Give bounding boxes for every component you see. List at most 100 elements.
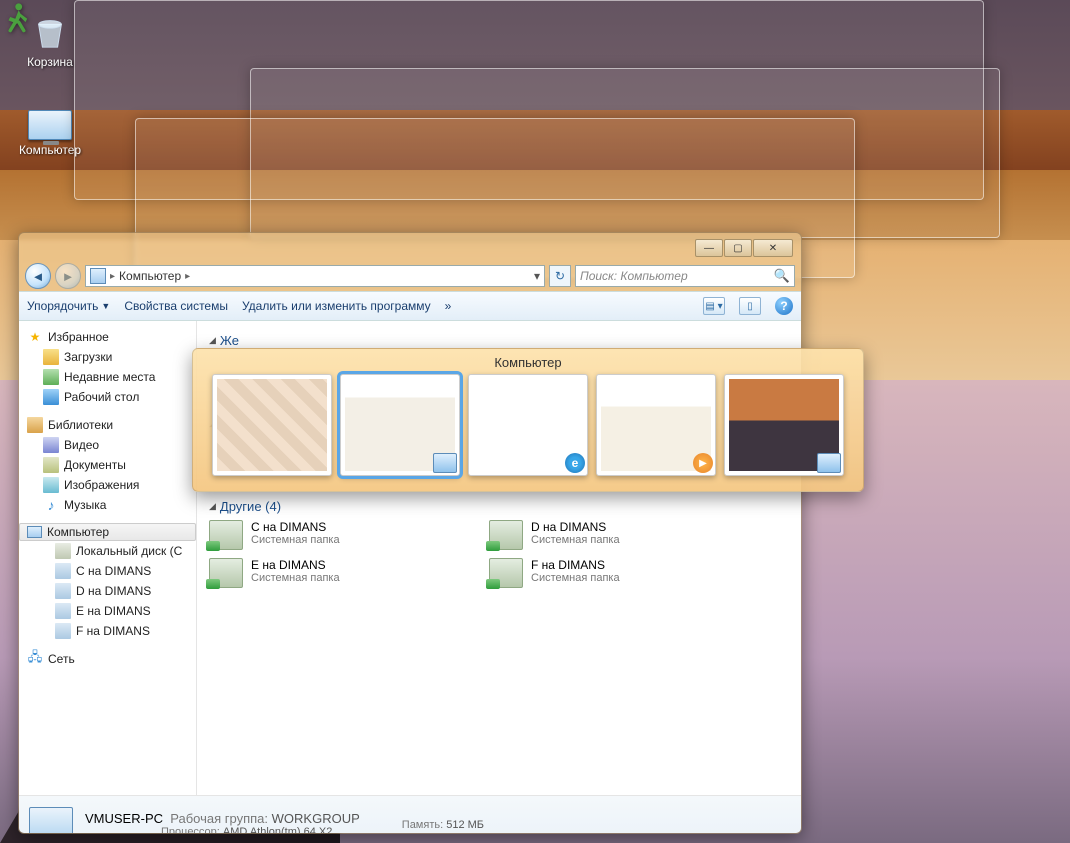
network-icon: 🖧 — [27, 651, 43, 667]
nav-pane: ★Избранное Загрузки Недавние места Рабоч… — [19, 321, 197, 795]
nav-c-dimans[interactable]: C на DIMANS — [19, 561, 196, 581]
drive-item[interactable]: D на DIMANSСистемная папка — [489, 520, 739, 550]
images-icon — [43, 477, 59, 493]
window-thumbnail[interactable] — [724, 374, 844, 476]
nav-libraries-header[interactable]: Библиотеки — [19, 415, 196, 435]
details-pane: VMUSER-PC Рабочая группа: WORKGROUP Проц… — [19, 795, 801, 834]
chevron-right-icon: ▸ — [185, 271, 190, 282]
memory-value: 512 МБ — [446, 819, 484, 831]
window-thumbnail[interactable] — [340, 374, 460, 476]
drive-icon — [55, 543, 71, 559]
nav-documents[interactable]: Документы — [19, 455, 196, 475]
maximize-button[interactable]: ▢ — [724, 239, 752, 257]
cpu-value: AMD Athlon(tm) 64 X2 ... — [223, 826, 345, 834]
nav-videos[interactable]: Видео — [19, 435, 196, 455]
nav-back-button[interactable]: ◄ — [25, 263, 51, 289]
nav-e-dimans[interactable]: E на DIMANS — [19, 601, 196, 621]
search-placeholder: Поиск: Компьютер — [580, 269, 688, 283]
nav-local-disk-c[interactable]: Локальный диск (C — [19, 541, 196, 561]
network-drive-icon — [55, 583, 71, 599]
nav-f-dimans[interactable]: F на DIMANS — [19, 621, 196, 641]
media-player-icon — [693, 453, 713, 473]
computer-icon — [29, 807, 73, 835]
close-button[interactable]: ✕ — [753, 239, 793, 257]
window-thumbnail[interactable] — [212, 374, 332, 476]
library-icon — [27, 417, 43, 433]
nav-pictures[interactable]: Изображения — [19, 475, 196, 495]
search-icon[interactable]: 🔍 — [774, 268, 790, 284]
workgroup-value: WORKGROUP — [272, 811, 360, 826]
drive-type: Системная папка — [251, 572, 340, 584]
workgroup-label: Рабочая группа: — [170, 811, 268, 826]
toolbar-more[interactable]: » — [445, 299, 452, 313]
nav-d-dimans[interactable]: D на DIMANS — [19, 581, 196, 601]
toolbar-system-properties[interactable]: Свойства системы — [124, 299, 228, 313]
view-options-button[interactable]: ▤ ▾ — [703, 297, 725, 315]
desktop-icon — [43, 389, 59, 405]
chevron-down-icon: ▼ — [101, 301, 110, 311]
drive-item[interactable]: F на DIMANSСистемная папка — [489, 558, 739, 588]
nav-music[interactable]: ♪Музыка — [19, 495, 196, 515]
disclosure-triangle-icon: ◢ — [209, 335, 216, 346]
computer-icon — [90, 268, 106, 284]
toolbar-uninstall-program[interactable]: Удалить или изменить программу — [242, 299, 431, 313]
drive-type: Системная папка — [251, 534, 340, 546]
explorer-icon — [433, 453, 457, 473]
taskbar-thumbnail-popup: Компьютер — [192, 348, 864, 492]
refresh-button[interactable]: ↻ — [549, 265, 571, 287]
network-drive-icon — [55, 603, 71, 619]
drive-name: C на DIMANS — [251, 520, 340, 534]
network-folder-icon — [489, 558, 523, 588]
drive-item[interactable]: C на DIMANSСистемная папка — [209, 520, 459, 550]
minimize-button[interactable]: — — [695, 239, 723, 257]
window-thumbnail[interactable] — [468, 374, 588, 476]
drive-type: Системная папка — [531, 572, 620, 584]
window-thumbnail[interactable] — [596, 374, 716, 476]
explorer-icon — [817, 453, 841, 473]
nav-forward-button[interactable]: ► — [55, 263, 81, 289]
nav-network-header[interactable]: 🖧Сеть — [19, 649, 196, 669]
thumbnail-popup-title: Компьютер — [203, 355, 853, 370]
network-folder-icon — [209, 520, 243, 550]
drive-type: Системная папка — [531, 534, 620, 546]
network-folder-icon — [489, 520, 523, 550]
network-drive-icon — [55, 563, 71, 579]
computer-icon — [27, 526, 42, 538]
network-drive-icon — [55, 623, 71, 639]
drive-name: F на DIMANS — [531, 558, 620, 572]
recycle-bin-icon — [30, 12, 70, 52]
nav-recent[interactable]: Недавние места — [19, 367, 196, 387]
cpu-label: Процессор: — [161, 826, 220, 834]
nav-computer-header[interactable]: Компьютер — [19, 523, 196, 541]
memory-label: Память: — [402, 819, 443, 831]
music-icon: ♪ — [43, 497, 59, 513]
address-bar[interactable]: ▸ Компьютер ▸ ▾ — [85, 265, 545, 287]
preview-pane-button[interactable]: ▯ — [739, 297, 761, 315]
computer-icon — [28, 110, 72, 140]
group-hard-drives[interactable]: ◢Же — [209, 333, 789, 348]
titlebar[interactable]: — ▢ ✕ — [19, 233, 801, 261]
star-icon: ★ — [27, 329, 43, 345]
recent-icon — [43, 369, 59, 385]
chevron-right-icon: ▸ — [110, 271, 115, 282]
computer-name: VMUSER-PC — [85, 811, 163, 826]
network-folder-icon — [209, 558, 243, 588]
drive-name: E на DIMANS — [251, 558, 340, 572]
disclosure-triangle-icon: ◢ — [209, 501, 216, 512]
toolbar-organize[interactable]: Упорядочить ▼ — [27, 299, 110, 313]
nav-desktop[interactable]: Рабочий стол — [19, 387, 196, 407]
drive-name: D на DIMANS — [531, 520, 620, 534]
document-icon — [43, 457, 59, 473]
breadcrumb-item[interactable]: Компьютер — [119, 269, 181, 283]
explorer-window: — ▢ ✕ ◄ ► ▸ Компьютер ▸ ▾ ↻ Поиск: Компь… — [18, 232, 802, 834]
ie-icon — [565, 453, 585, 473]
drive-item[interactable]: E на DIMANSСистемная папка — [209, 558, 459, 588]
downloads-icon — [43, 349, 59, 365]
group-other[interactable]: ◢Другие (4) — [209, 499, 789, 514]
desktop-icon-running-figure[interactable] — [0, 0, 36, 36]
search-input[interactable]: Поиск: Компьютер 🔍 — [575, 265, 795, 287]
nav-favorites-header[interactable]: ★Избранное — [19, 327, 196, 347]
nav-downloads[interactable]: Загрузки — [19, 347, 196, 367]
help-button[interactable]: ? — [775, 297, 793, 315]
dropdown-icon[interactable]: ▾ — [534, 269, 540, 283]
